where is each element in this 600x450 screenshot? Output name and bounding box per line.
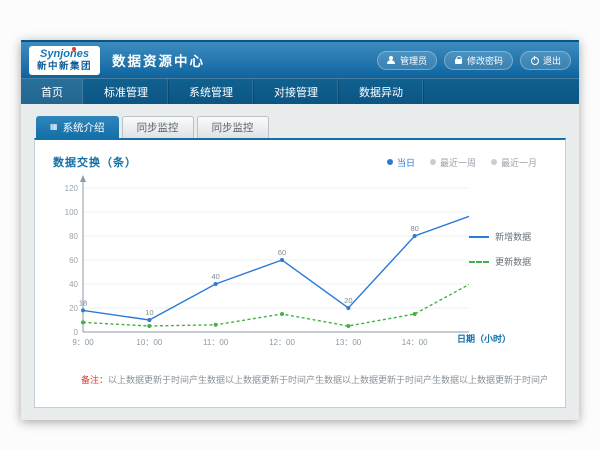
footnote-text: 以上数据更新于时间产生数据以上数据更新于时间产生数据以上数据更新于时间产生数据以… xyxy=(108,375,547,385)
page-title: 数据资源中心 xyxy=(112,50,205,70)
user-button-label: 管理员 xyxy=(400,54,427,67)
logo-text-cn: 新中新集团 xyxy=(37,62,92,72)
user-button[interactable]: 管理员 xyxy=(377,51,437,70)
filter-last-month[interactable]: 最近一月 xyxy=(491,156,537,169)
dot-icon xyxy=(430,159,436,165)
logout-label: 退出 xyxy=(543,54,561,67)
svg-text:40: 40 xyxy=(211,272,219,281)
x-axis-label: 日期（小时） xyxy=(457,332,511,345)
filter-last-week-label: 最近一周 xyxy=(440,156,476,169)
footnote: 备注：以上数据更新于时间产生数据以上数据更新于时间产生数据以上数据更新于时间产生… xyxy=(53,374,547,388)
user-icon xyxy=(387,56,396,65)
svg-text:13：00: 13：00 xyxy=(335,338,361,347)
legend-new-data-label: 新增数据 xyxy=(495,230,531,243)
change-password-label: 修改密码 xyxy=(467,54,503,67)
change-password-button[interactable]: 修改密码 xyxy=(444,51,513,70)
filter-today[interactable]: 当日 xyxy=(387,156,415,169)
filter-today-label: 当日 xyxy=(397,156,415,169)
nav-item-home[interactable]: 首页 xyxy=(21,79,84,104)
tab-system-intro[interactable]: ▦ 系统介绍 xyxy=(36,116,119,138)
footnote-label: 备注： xyxy=(81,375,108,385)
svg-text:11：00: 11：00 xyxy=(203,338,229,347)
svg-text:10: 10 xyxy=(145,308,153,317)
tab-sync-monitor-2[interactable]: 同步监控 xyxy=(197,116,269,138)
dot-icon xyxy=(491,159,497,165)
chart-title: 数据交换（条） xyxy=(53,154,137,170)
nav-item-data-change[interactable]: 数据异动 xyxy=(339,79,424,104)
app-window: Synjones 新中新集团 数据资源中心 管理员 修改密码 退出 xyxy=(21,40,579,420)
svg-text:80: 80 xyxy=(410,224,418,233)
nav-item-standard-mgmt[interactable]: 标准管理 xyxy=(84,79,169,104)
chart-header: 数据交换（条） 当日 最近一周 最近一月 xyxy=(53,154,547,170)
solid-line-icon xyxy=(469,236,489,238)
svg-text:60: 60 xyxy=(69,256,78,265)
nav-item-system-mgmt[interactable]: 系统管理 xyxy=(169,79,254,104)
main-nav: 首页 标准管理 系统管理 对接管理 数据异动 xyxy=(21,78,579,104)
power-icon xyxy=(530,56,539,65)
app-header: Synjones 新中新集团 数据资源中心 管理员 修改密码 退出 xyxy=(21,40,579,78)
svg-text:20: 20 xyxy=(344,296,352,305)
legend-item-new-data[interactable]: 新增数据 xyxy=(469,230,547,243)
screen: Synjones 新中新集团 数据资源中心 管理员 修改密码 退出 xyxy=(0,0,600,450)
tab-sync-monitor-1-label: 同步监控 xyxy=(137,120,179,135)
svg-text:14：00: 14：00 xyxy=(402,338,428,347)
svg-text:40: 40 xyxy=(69,280,78,289)
tab-sync-monitor-2-label: 同步监控 xyxy=(212,120,254,135)
page-body: ▦ 系统介绍 同步监控 同步监控 数据交换（条） 当日 xyxy=(21,104,579,420)
svg-text:120: 120 xyxy=(65,184,79,193)
logo-text-en: Synjones xyxy=(40,49,89,60)
svg-text:60: 60 xyxy=(278,248,286,257)
svg-text:10：00: 10：00 xyxy=(136,338,162,347)
chart-filters: 当日 最近一周 最近一月 xyxy=(387,156,547,169)
svg-text:100: 100 xyxy=(65,208,79,217)
svg-text:20: 20 xyxy=(69,304,78,313)
grid-icon: ▦ xyxy=(50,123,58,131)
svg-text:0: 0 xyxy=(74,328,79,337)
tab-sync-monitor-1[interactable]: 同步监控 xyxy=(122,116,194,138)
lock-icon xyxy=(454,56,463,65)
svg-text:12：00: 12：00 xyxy=(269,338,295,347)
tab-system-intro-label: 系统介绍 xyxy=(63,120,105,135)
chart-area: 0 20 40 60 80 100 120 9：00 10：00 11：00 12：00 13：00 1… xyxy=(53,172,547,360)
svg-text:9：00: 9：00 xyxy=(72,338,94,347)
nav-item-interface-mgmt[interactable]: 对接管理 xyxy=(254,79,339,104)
logout-button[interactable]: 退出 xyxy=(520,51,571,70)
line-chart-canvas: 0 20 40 60 80 100 120 9：00 10：00 11：00 12：00 13：00 1… xyxy=(53,172,469,360)
dot-icon xyxy=(387,159,393,165)
tab-bar: ▦ 系统介绍 同步监控 同步监控 xyxy=(36,116,566,138)
content-card: 数据交换（条） 当日 最近一周 最近一月 xyxy=(34,138,566,408)
logo[interactable]: Synjones 新中新集团 xyxy=(29,46,100,75)
svg-text:80: 80 xyxy=(69,232,78,241)
legend-updated-data-label: 更新数据 xyxy=(495,255,531,268)
legend-item-updated-data[interactable]: 更新数据 xyxy=(469,255,547,268)
header-actions: 管理员 修改密码 退出 xyxy=(377,51,571,70)
filter-last-week[interactable]: 最近一周 xyxy=(430,156,476,169)
svg-text:18: 18 xyxy=(79,298,87,307)
filter-last-month-label: 最近一月 xyxy=(501,156,537,169)
dashed-line-icon xyxy=(469,261,489,263)
